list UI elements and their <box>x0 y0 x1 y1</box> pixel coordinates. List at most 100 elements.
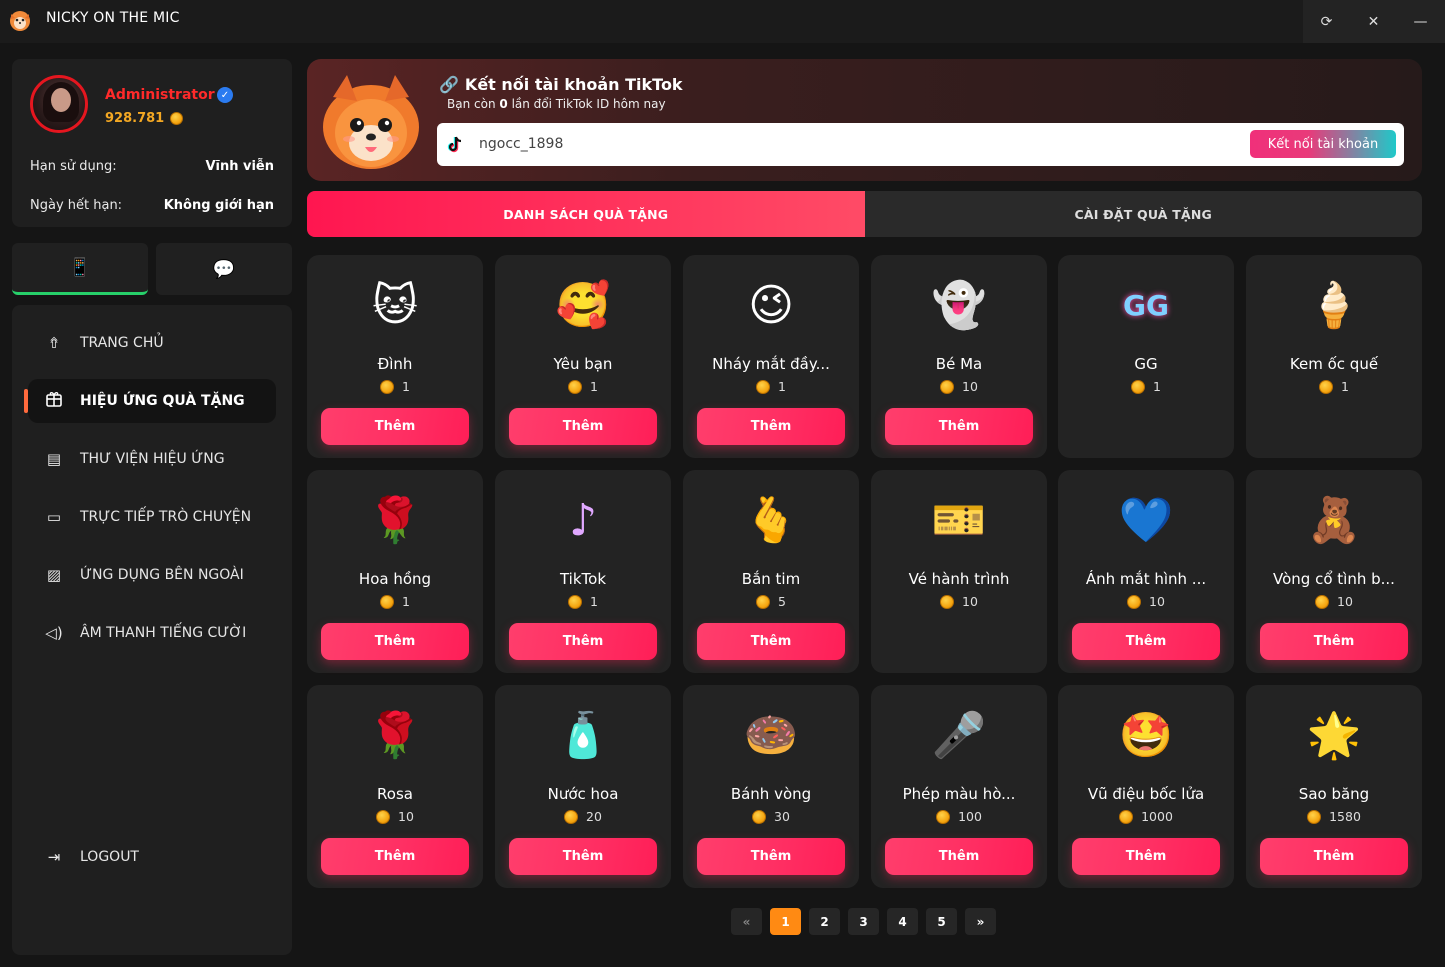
connect-account-button[interactable]: Kết nối tài khoản <box>1250 130 1396 158</box>
gift-image-icon: 😉 <box>748 279 794 331</box>
gift-card: 🌹 Hoa hồng 1 Thêm <box>307 470 483 673</box>
coin-icon <box>1127 594 1142 609</box>
add-gift-button[interactable]: Thêm <box>321 408 469 445</box>
add-gift-button[interactable]: Thêm <box>885 408 1033 445</box>
gift-card: 🍩 Bánh vòng 30 Thêm <box>683 685 859 888</box>
gift-price-value: 5 <box>778 594 786 609</box>
gift-price: 10 <box>307 809 483 824</box>
gift-name: Nước hoa <box>547 785 619 803</box>
gift-price-value: 1 <box>402 379 410 394</box>
chat-icon: 💬 <box>212 258 236 280</box>
page-button[interactable]: 5 <box>926 908 957 935</box>
nav-item-laugh-sounds[interactable]: ◁) ÂM THANH TIẾNG CƯỜI <box>28 611 276 655</box>
nav-item-gift-effects[interactable]: HIỆU ỨNG QUÀ TẶNG <box>24 379 276 423</box>
add-gift-button[interactable]: Thêm <box>697 623 845 660</box>
avatar <box>30 75 88 133</box>
gift-price: 10 <box>1246 594 1422 609</box>
title-bar: NICKY ON THE MIC ⟳ ✕ — <box>0 0 1445 43</box>
refresh-icon[interactable]: ⟳ <box>1303 0 1350 43</box>
add-gift-button[interactable]: Thêm <box>509 838 657 875</box>
gift-price: 1 <box>307 379 483 394</box>
logout-button[interactable]: ⇥ LOGOUT <box>28 835 276 879</box>
page-button[interactable]: 2 <box>809 908 840 935</box>
usage-label: Hạn sử dụng: <box>30 159 117 174</box>
gift-image-icon: GG <box>1123 288 1169 322</box>
nav-item-live-chat[interactable]: ▭ TRỰC TIẾP TRÒ CHUYỆN <box>28 495 276 539</box>
add-gift-button[interactable]: Thêm <box>697 408 845 445</box>
nav-label: TRANG CHỦ <box>80 335 164 351</box>
page-button[interactable]: 1 <box>770 908 801 935</box>
gift-price-value: 10 <box>962 379 978 394</box>
gift-price-value: 1 <box>778 379 786 394</box>
gift-image-icon: 🤩 <box>1118 710 1174 761</box>
add-gift-button[interactable]: Thêm <box>1072 838 1220 875</box>
gift-name: Yêu bạn <box>553 355 613 373</box>
coin-icon <box>1131 379 1146 394</box>
gift-name: Vé hành trình <box>908 570 1010 588</box>
gift-image-icon: 🧴 <box>555 710 611 761</box>
gift-price-value: 1 <box>590 379 598 394</box>
gift-price: 1 <box>495 379 671 394</box>
add-gift-button[interactable]: Thêm <box>321 838 469 875</box>
tiktok-logo-icon <box>447 136 462 153</box>
add-gift-button[interactable]: Thêm <box>1072 623 1220 660</box>
minimize-icon[interactable]: — <box>1397 0 1444 43</box>
usage-row: Hạn sử dụng: Vĩnh viễn <box>30 159 274 174</box>
gift-name: Kem ốc quế <box>1289 355 1379 373</box>
add-gift-button[interactable]: Thêm <box>1260 838 1408 875</box>
gift-price-value: 100 <box>958 809 982 824</box>
side-nav: ⇮ TRANG CHỦ HIỆU ỨNG QUÀ TẶNG ▤ THƯ VIỆN… <box>12 305 292 955</box>
side-tab-phone[interactable]: 📱 <box>12 243 148 295</box>
close-icon[interactable]: ✕ <box>1350 0 1397 43</box>
prev-page-button[interactable]: « <box>731 908 762 935</box>
tab-gift-list[interactable]: DANH SÁCH QUÀ TẶNG <box>307 191 865 237</box>
gift-card: ♪ TikTok 1 Thêm <box>495 470 671 673</box>
add-gift-button[interactable]: Thêm <box>509 408 657 445</box>
coin-icon <box>1119 809 1134 824</box>
gift-name: Bé Ma <box>935 355 983 373</box>
gift-name: Hoa hồng <box>358 570 432 588</box>
gift-price: 20 <box>495 809 671 824</box>
gift-image-icon: 🧸 <box>1306 495 1362 546</box>
gift-price: 1 <box>495 594 671 609</box>
side-tab-chat[interactable]: 💬 <box>156 243 292 295</box>
nav-item-effects-library[interactable]: ▤ THƯ VIỆN HIỆU ỨNG <box>28 437 276 481</box>
usage-value: Vĩnh viễn <box>205 159 274 174</box>
nav-item-home[interactable]: ⇮ TRANG CHỦ <box>28 321 276 365</box>
gift-price: 30 <box>683 809 859 824</box>
gift-tabs: DANH SÁCH QUÀ TẶNG CÀI ĐẶT QUÀ TẶNG <box>307 191 1422 237</box>
gift-name: Bánh vòng <box>730 785 812 803</box>
gift-name: Bắn tim <box>741 570 801 588</box>
phone-icon: 📱 <box>68 257 92 278</box>
gift-icon <box>44 390 64 412</box>
add-gift-button[interactable]: Thêm <box>1260 623 1408 660</box>
gift-price-value: 10 <box>398 809 414 824</box>
add-gift-button[interactable]: Thêm <box>697 838 845 875</box>
gift-card: 🌟 Sao băng 1580 Thêm <box>1246 685 1422 888</box>
home-icon: ⇮ <box>47 334 61 352</box>
mascot-dog-icon <box>323 75 419 169</box>
tiktok-id-input[interactable]: ngocc_1898 Kết nối tài khoản <box>437 123 1404 166</box>
nav-label: ỨNG DỤNG BÊN NGOÀI <box>80 567 244 583</box>
gift-price: 1000 <box>1058 809 1234 824</box>
gift-price-value: 10 <box>1337 594 1353 609</box>
tab-gift-settings[interactable]: CÀI ĐẶT QUÀ TẶNG <box>865 191 1423 237</box>
gift-name: Sao băng <box>1298 785 1370 803</box>
add-gift-button[interactable]: Thêm <box>321 623 469 660</box>
next-page-button[interactable]: » <box>965 908 996 935</box>
banner-subtitle: Bạn còn 0 lần đổi TikTok ID hôm nay <box>447 97 666 111</box>
nav-label: HIỆU ỨNG QUÀ TẶNG <box>80 393 245 409</box>
link-icon: 🔗 <box>439 75 459 94</box>
gift-card: 🤩 Vũ điệu bốc lửa 1000 Thêm <box>1058 685 1234 888</box>
nav-item-external-apps[interactable]: ▨ ỨNG DỤNG BÊN NGOÀI <box>28 553 276 597</box>
add-gift-button[interactable]: Thêm <box>885 838 1033 875</box>
coin-icon <box>376 809 391 824</box>
gift-name: Rosa <box>377 785 413 803</box>
page-button[interactable]: 3 <box>848 908 879 935</box>
page-button[interactable]: 4 <box>887 908 918 935</box>
add-gift-button[interactable]: Thêm <box>509 623 657 660</box>
gift-image-icon: 🐱 <box>372 279 418 331</box>
verified-icon: ✓ <box>217 87 233 103</box>
nav-label: THƯ VIỆN HIỆU ỨNG <box>80 451 225 467</box>
logout-label: LOGOUT <box>80 849 139 865</box>
